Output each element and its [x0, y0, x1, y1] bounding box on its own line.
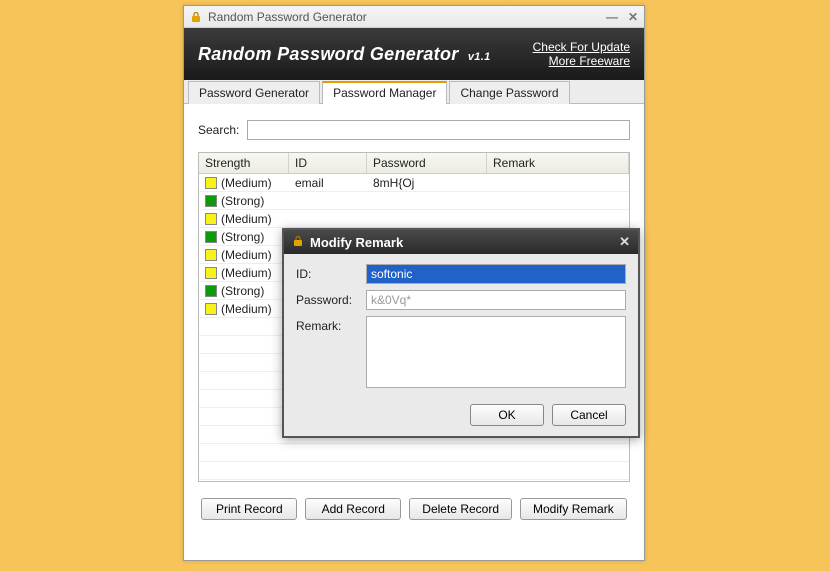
tab-change-password[interactable]: Change Password: [449, 81, 569, 104]
id-label: ID:: [296, 264, 358, 281]
cell-strength: (Medium): [199, 176, 289, 190]
table-header: Strength ID Password Remark: [199, 153, 629, 174]
col-strength[interactable]: Strength: [199, 153, 289, 173]
tab-password-generator[interactable]: Password Generator: [188, 81, 320, 104]
strength-text: (Medium): [221, 212, 272, 226]
id-field[interactable]: [366, 264, 626, 284]
print-record-button[interactable]: Print Record: [201, 498, 297, 520]
banner-title: Random Password Generator v1.1: [198, 44, 491, 65]
remark-field[interactable]: [366, 316, 626, 388]
banner-title-version: v1.1: [468, 51, 491, 63]
strength-swatch-icon: [205, 285, 217, 297]
strength-swatch-icon: [205, 195, 217, 207]
search-label: Search:: [198, 123, 239, 137]
cell-strength: (Medium): [199, 212, 289, 226]
table-row[interactable]: [199, 444, 629, 462]
lock-icon: [190, 11, 202, 23]
search-row: Search:: [198, 120, 630, 140]
strength-swatch-icon: [205, 249, 217, 261]
strength-text: (Strong): [221, 284, 264, 298]
modify-remark-dialog: Modify Remark ✕ ID: Password: Remark: OK…: [282, 228, 640, 438]
cell-strength: (Strong): [199, 194, 289, 208]
remark-label: Remark:: [296, 316, 358, 333]
lock-icon: [292, 235, 304, 250]
table-row[interactable]: (Medium) email8mH{Oj: [199, 174, 629, 192]
tab-bar: Password Generator Password Manager Chan…: [184, 80, 644, 104]
strength-text: (Medium): [221, 176, 272, 190]
strength-text: (Strong): [221, 230, 264, 244]
delete-record-button[interactable]: Delete Record: [409, 498, 512, 520]
strength-swatch-icon: [205, 267, 217, 279]
strength-swatch-icon: [205, 231, 217, 243]
ok-button[interactable]: OK: [470, 404, 544, 426]
table-row[interactable]: [199, 480, 629, 482]
cell-strength: (Strong): [199, 230, 289, 244]
modify-remark-button[interactable]: Modify Remark: [520, 498, 627, 520]
window-title: Random Password Generator: [208, 10, 367, 24]
check-update-link[interactable]: Check For Update: [533, 40, 630, 54]
cancel-button[interactable]: Cancel: [552, 404, 626, 426]
cell-id: email: [289, 176, 367, 190]
strength-text: (Strong): [221, 194, 264, 208]
strength-swatch-icon: [205, 177, 217, 189]
dialog-title: Modify Remark: [310, 235, 403, 250]
banner-title-main: Random Password Generator: [198, 44, 459, 64]
search-input[interactable]: [247, 120, 630, 140]
strength-swatch-icon: [205, 303, 217, 315]
col-remark[interactable]: Remark: [487, 153, 629, 173]
cell-strength: (Medium): [199, 302, 289, 316]
strength-text: (Medium): [221, 302, 272, 316]
password-field: [366, 290, 626, 310]
add-record-button[interactable]: Add Record: [305, 498, 401, 520]
cell-strength: (Medium): [199, 266, 289, 280]
col-id[interactable]: ID: [289, 153, 367, 173]
cell-strength: (Strong): [199, 284, 289, 298]
minimize-button[interactable]: —: [606, 10, 618, 24]
title-bar: Random Password Generator — ✕: [184, 6, 644, 28]
more-freeware-link[interactable]: More Freeware: [533, 54, 630, 68]
password-label: Password:: [296, 290, 358, 307]
strength-text: (Medium): [221, 266, 272, 280]
banner: Random Password Generator v1.1 Check For…: [184, 28, 644, 80]
cell-password: 8mH{Oj: [367, 176, 487, 190]
tab-password-manager[interactable]: Password Manager: [322, 81, 447, 104]
dialog-body: ID: Password: Remark:: [284, 254, 638, 400]
col-password[interactable]: Password: [367, 153, 487, 173]
footer-buttons: Print Record Add Record Delete Record Mo…: [184, 488, 644, 530]
cell-strength: (Medium): [199, 248, 289, 262]
strength-text: (Medium): [221, 248, 272, 262]
table-row[interactable]: (Strong): [199, 192, 629, 210]
strength-swatch-icon: [205, 213, 217, 225]
table-row[interactable]: (Medium): [199, 210, 629, 228]
dialog-buttons: OK Cancel: [284, 400, 638, 436]
dialog-close-button[interactable]: ✕: [619, 234, 630, 250]
table-row[interactable]: [199, 462, 629, 480]
close-button[interactable]: ✕: [628, 10, 638, 24]
dialog-title-bar: Modify Remark ✕: [284, 230, 638, 254]
